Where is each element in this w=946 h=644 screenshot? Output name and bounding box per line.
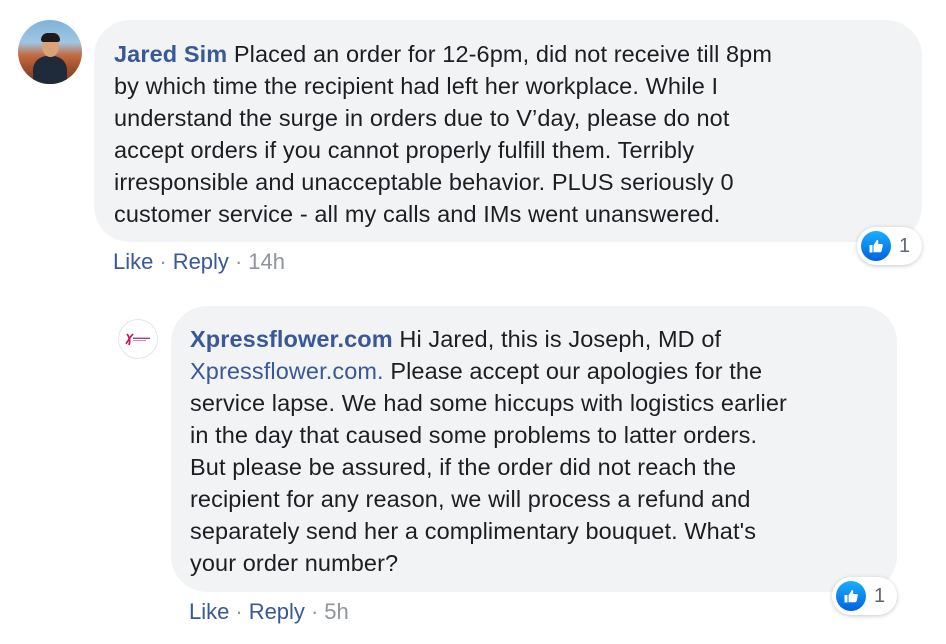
comment-line: in the day that caused some problems to … — [190, 422, 758, 448]
timestamp[interactable]: 14h — [248, 249, 285, 274]
author-name[interactable]: Jared Sim — [114, 41, 227, 67]
like-link[interactable]: Like — [189, 599, 229, 624]
comment-line: separately send her a complimentary bouq… — [190, 518, 757, 544]
xpressflower-logo-icon — [125, 333, 150, 346]
comment-bubble: Jared Sim Placed an order for 12-6pm, di… — [94, 20, 922, 242]
comment-text: Jared Sim Placed an order for 12-6pm, di… — [114, 38, 772, 230]
reaction-count-badge[interactable]: 1 — [857, 227, 923, 265]
like-link[interactable]: Like — [113, 249, 153, 274]
reply-link[interactable]: Reply — [173, 249, 229, 274]
avatar[interactable] — [18, 20, 82, 84]
separator: · — [310, 599, 319, 624]
separator: · — [234, 249, 243, 274]
separator: · — [235, 599, 243, 624]
comment-line: recipient for any reason, we will proces… — [190, 486, 751, 512]
reaction-count-badge[interactable]: 1 — [832, 577, 898, 615]
comment-line: irresponsible and unacceptable behavior.… — [114, 169, 734, 195]
comment-bubble: Xpressflower.com Hi Jared, this is Josep… — [171, 306, 897, 592]
avatar[interactable] — [118, 319, 158, 359]
reaction-count: 1 — [874, 584, 886, 607]
author-name[interactable]: Xpressflower.com — [190, 326, 393, 352]
reaction-count: 1 — [899, 234, 911, 257]
comment-line: accept orders if you cannot properly ful… — [114, 137, 695, 163]
timestamp[interactable]: 5h — [324, 599, 348, 624]
comment-line-text: Placed an order for 12-6pm, did not rece… — [233, 41, 773, 67]
avatar-hair — [41, 33, 60, 42]
comment-line: customer service - all my calls and IMs … — [114, 201, 721, 227]
reply-link[interactable]: Reply — [249, 599, 305, 624]
website-link[interactable]: Xpressflower.com. — [190, 358, 384, 384]
comment-line: service lapse. We had some hiccups with … — [190, 390, 787, 416]
comment-line: Xpressflower.com Hi Jared, this is Josep… — [190, 323, 787, 355]
comment-actions: Like · Reply · 14h — [113, 249, 285, 275]
comment-line: But please be assured, if the order did … — [190, 454, 737, 480]
comment-line: understand the surge in orders due to V’… — [114, 105, 730, 131]
thumbs-up-icon — [836, 581, 866, 611]
comment-actions: Like · Reply · 5h — [189, 599, 349, 625]
comment-line: Xpressflower.com. Please accept our apol… — [190, 355, 787, 387]
comment-line: your order number? — [190, 550, 399, 576]
comment-line: by which time the recipient had left her… — [114, 73, 719, 99]
separator: · — [159, 249, 167, 274]
comment-text: Xpressflower.com Hi Jared, this is Josep… — [190, 323, 787, 579]
comment-line-text: Please accept our apologies for the — [383, 358, 763, 384]
comment-line: Jared Sim Placed an order for 12-6pm, di… — [114, 38, 772, 70]
thumbs-up-icon — [861, 231, 891, 261]
avatar-body — [33, 56, 67, 84]
comment-line-text: Hi Jared, this is Joseph, MD of — [399, 326, 722, 352]
